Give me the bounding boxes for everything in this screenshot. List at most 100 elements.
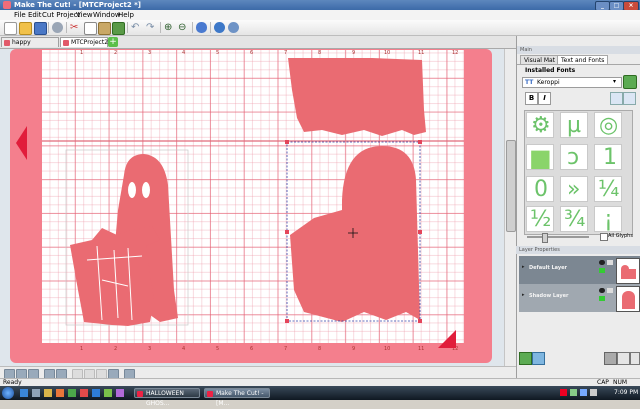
tray-icon[interactable] xyxy=(560,389,567,396)
redo-icon[interactable]: ↷ xyxy=(146,22,157,33)
clock[interactable]: 7:09 PM xyxy=(614,389,638,396)
all-glyphs-checkbox[interactable] xyxy=(600,233,608,241)
glyph-cell[interactable]: ½ xyxy=(526,206,554,232)
zoom-in-icon[interactable]: ⊕ xyxy=(164,22,175,33)
selection-handle xyxy=(418,319,422,323)
refresh-fonts-icon[interactable] xyxy=(623,75,637,89)
cut-scissors-icon[interactable]: ✂ xyxy=(70,22,81,33)
ruler-label: 1 xyxy=(80,346,84,352)
new-tab-button[interactable]: + xyxy=(108,37,118,47)
panel-header: Main xyxy=(517,46,640,54)
document-icon xyxy=(4,40,10,46)
tab-visual-mat[interactable]: Visual Mat xyxy=(520,55,560,64)
paste-icon[interactable] xyxy=(98,22,111,35)
document-icon xyxy=(63,40,69,46)
layer-expand-icon[interactable]: ▸ xyxy=(522,292,525,298)
glyph-cell[interactable]: ¾ xyxy=(560,206,588,232)
layer-lock-icon[interactable] xyxy=(607,288,613,293)
layer-expand-icon[interactable]: ▸ xyxy=(522,264,525,270)
glyph-cell[interactable]: ↄ xyxy=(560,144,588,170)
taskbar-item-make-the-cut[interactable]: Make The Cut! - [M... xyxy=(204,388,270,407)
quicklaunch-app2-icon[interactable] xyxy=(80,389,88,397)
glyph-cell[interactable]: 0 xyxy=(526,176,554,202)
glyph-cell[interactable]: 1 xyxy=(594,144,622,170)
text-tool-icon[interactable] xyxy=(610,92,623,105)
quicklaunch-desktop-icon[interactable] xyxy=(32,389,40,397)
num-indicator: NUM xyxy=(613,379,628,386)
glyph-cell[interactable]: ◎ xyxy=(594,112,622,138)
glyph-size-slider[interactable] xyxy=(527,236,589,238)
zoom-fit-icon[interactable] xyxy=(228,22,239,33)
start-button[interactable] xyxy=(2,387,14,399)
quicklaunch-media-icon[interactable] xyxy=(56,389,64,397)
text-style-icon[interactable] xyxy=(623,92,636,105)
menu-edit[interactable]: Edit xyxy=(28,11,42,19)
help-icon[interactable] xyxy=(214,22,225,33)
user-icon[interactable] xyxy=(196,22,207,33)
layer-settings-icon[interactable] xyxy=(532,352,545,365)
open-folder-icon[interactable] xyxy=(19,22,32,35)
ghost-eye-right xyxy=(142,182,150,198)
volume-icon[interactable] xyxy=(590,389,597,396)
quicklaunch-app3-icon[interactable] xyxy=(92,389,100,397)
quicklaunch-browser-icon[interactable] xyxy=(20,389,28,397)
tray-icon[interactable] xyxy=(570,389,577,396)
layer-row-shadow[interactable]: ▸ Shadow Layer xyxy=(519,284,640,312)
menu-cut-project[interactable]: Cut Project xyxy=(42,11,80,19)
selection-handle xyxy=(285,140,289,144)
app-icon xyxy=(207,391,213,397)
delete-layer-icon[interactable] xyxy=(604,352,617,365)
copy-icon[interactable] xyxy=(84,22,97,35)
italic-button[interactable]: I xyxy=(538,92,551,105)
glyph-cell[interactable]: ⚙ xyxy=(526,112,554,138)
quicklaunch-app5-icon[interactable] xyxy=(116,389,124,397)
glyph-cell[interactable]: ¡ xyxy=(594,206,622,232)
menu-help[interactable]: Help xyxy=(118,11,134,19)
quicklaunch-app4-icon[interactable] xyxy=(104,389,112,397)
ruler-label: 2 xyxy=(114,346,118,352)
tray-icon[interactable] xyxy=(580,389,587,396)
layer-cut-icon[interactable] xyxy=(599,296,605,301)
bold-button[interactable]: B xyxy=(525,92,538,105)
quicklaunch-folder-icon[interactable] xyxy=(44,389,52,397)
font-select[interactable]: TT Keroppi ▾ xyxy=(522,77,622,88)
layer-name: Shadow Layer xyxy=(529,293,569,299)
layer-properties-header: Layer Properties xyxy=(516,246,640,254)
layer-lock-icon[interactable] xyxy=(607,260,613,265)
document-tabs: happy halloween.mtc MTCProject2 * + xyxy=(0,36,516,56)
layer-thumbnail xyxy=(616,286,640,312)
menu-file[interactable]: File xyxy=(14,11,26,19)
layer-name: Default Layer xyxy=(529,265,568,271)
ghost-shape-selected xyxy=(290,146,420,322)
tab-happy-halloween[interactable]: happy halloween.mtc xyxy=(1,37,59,56)
all-glyphs-label: All Glyphs xyxy=(608,233,633,239)
menu-view[interactable]: View xyxy=(76,11,93,19)
ruler-label: 3 xyxy=(148,346,152,352)
canvas-scroll-thumb[interactable] xyxy=(506,140,516,232)
tab-text-and-fonts[interactable]: Text and Fonts xyxy=(557,55,609,64)
glyph-cell[interactable]: µ xyxy=(560,112,588,138)
glyph-size-slider-thumb[interactable] xyxy=(542,233,548,243)
layer-visibility-icon[interactable] xyxy=(599,260,605,265)
taskbar-item-halloween[interactable]: HALLOWEEN GHOS... xyxy=(134,388,200,407)
layer-visibility-icon[interactable] xyxy=(599,288,605,293)
tab-mtcproject2[interactable]: MTCProject2 * xyxy=(60,37,108,56)
menu-window[interactable]: Window xyxy=(93,11,121,19)
glyph-cell[interactable]: ¼ xyxy=(594,176,622,202)
layer-cut-icon[interactable] xyxy=(599,268,605,273)
quicklaunch-app-icon[interactable] xyxy=(68,389,76,397)
layer-row-default[interactable]: ▸ Default Layer xyxy=(519,256,640,284)
layer-copy-icon[interactable] xyxy=(617,352,630,365)
glyph-cell[interactable]: ■ xyxy=(526,144,554,171)
selection-handle xyxy=(418,140,422,144)
layer-options-icon[interactable] xyxy=(630,352,640,365)
candy-bag-shape xyxy=(70,226,160,326)
settings-icon[interactable] xyxy=(52,22,63,33)
save-icon[interactable] xyxy=(34,22,47,35)
import-icon[interactable] xyxy=(112,22,125,35)
new-file-icon[interactable] xyxy=(4,22,17,35)
zoom-out-icon[interactable]: ⊖ xyxy=(178,22,189,33)
add-layer-icon[interactable] xyxy=(519,352,532,365)
undo-icon[interactable]: ↶ xyxy=(131,22,142,33)
glyph-cell[interactable]: » xyxy=(560,176,588,202)
